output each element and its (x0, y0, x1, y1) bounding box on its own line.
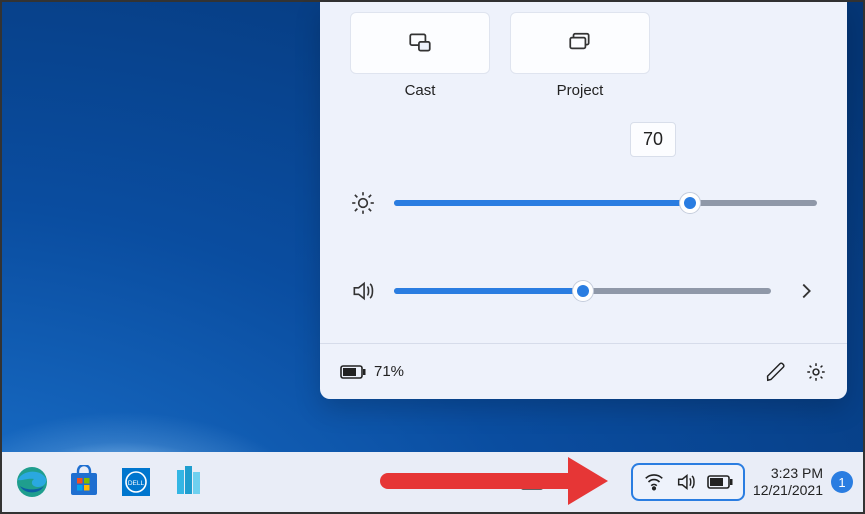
quick-settings-panel: Cast Project 70 (320, 2, 847, 399)
tile-label: Cast (405, 82, 436, 99)
clock-time: 3:23 PM (753, 465, 823, 483)
volume-slider-row (350, 278, 817, 304)
quick-tile-project[interactable]: Project (510, 12, 650, 99)
store-icon (67, 465, 101, 499)
files-icon (171, 462, 205, 502)
notification-badge[interactable]: 1 (831, 471, 853, 493)
volume-slider[interactable] (394, 288, 771, 294)
svg-text:DELL: DELL (128, 480, 145, 487)
settings-icon[interactable] (805, 361, 827, 383)
system-tray-cluster[interactable] (631, 463, 745, 501)
clock-date: 12/21/2021 (753, 482, 823, 500)
taskbar-clock[interactable]: 3:23 PM 12/21/2021 (753, 465, 823, 500)
taskbar-app-files[interactable] (168, 462, 208, 502)
brightness-slider-row (350, 190, 817, 216)
volume-tray-icon (675, 471, 697, 493)
chevron-right-icon[interactable] (795, 280, 817, 302)
brightness-tooltip: 70 (630, 122, 676, 157)
quick-settings-footer: 71% (320, 343, 847, 399)
brightness-slider[interactable] (394, 200, 817, 206)
quick-tile-cast[interactable]: Cast (350, 12, 490, 99)
annotation-arrow (380, 457, 608, 505)
wifi-icon (643, 471, 665, 493)
dell-icon: DELL (119, 465, 153, 499)
tile-label: Project (557, 82, 604, 99)
battery-percent-label: 71% (374, 363, 404, 380)
edge-icon (15, 465, 49, 499)
volume-icon (350, 278, 376, 304)
battery-status: 71% (340, 363, 404, 380)
cast-icon (407, 30, 433, 56)
taskbar-app-store[interactable] (64, 462, 104, 502)
battery-tray-icon (707, 474, 733, 490)
taskbar-app-edge[interactable] (12, 462, 52, 502)
project-icon (567, 30, 593, 56)
taskbar-app-dell[interactable]: DELL (116, 462, 156, 502)
brightness-icon (350, 190, 376, 216)
battery-icon (340, 364, 366, 380)
edit-icon[interactable] (765, 361, 787, 383)
